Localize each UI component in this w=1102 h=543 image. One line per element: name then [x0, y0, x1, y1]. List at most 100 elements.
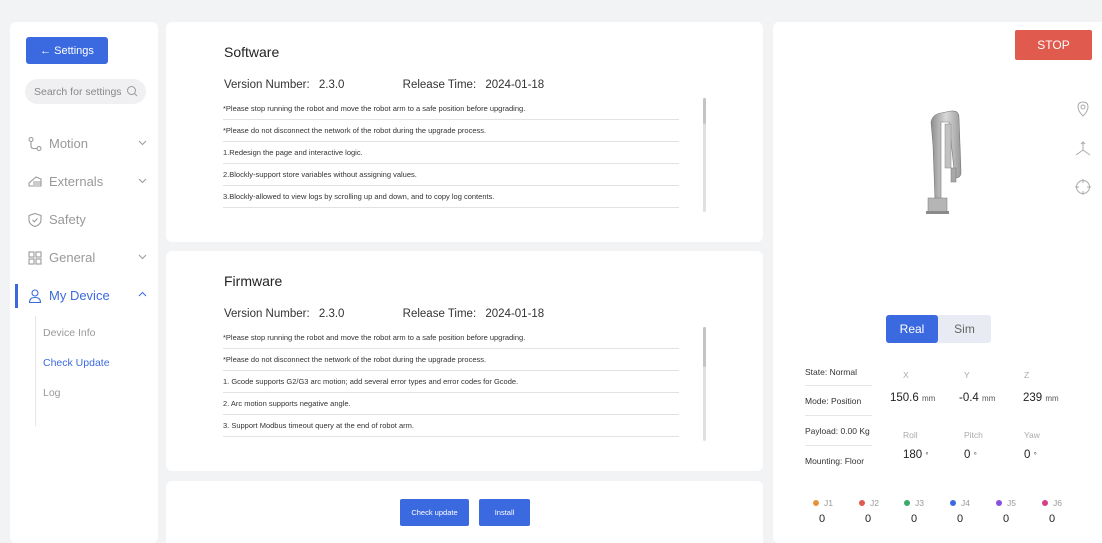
list-item: 2. Arc motion supports negative angle. [223, 393, 679, 415]
joint-value-j2: 0 [865, 513, 872, 525]
sidebar-item-label: Motion [49, 136, 89, 151]
firmware-title: Firmware [224, 273, 283, 289]
joint-value-j6: 0 [1049, 513, 1056, 525]
axis-value-yaw: 0 ° [1024, 449, 1037, 461]
divider [805, 445, 872, 446]
joint-label-j3: J3 [904, 498, 924, 508]
chevron-down-icon [138, 140, 147, 146]
firmware-notes-list[interactable]: *Please stop running the robot and move … [223, 327, 679, 437]
axis-value-pitch: 0 ° [964, 449, 977, 461]
joint-value-j3: 0 [911, 513, 918, 525]
grid-icon [28, 251, 42, 265]
scrollbar-thumb[interactable] [703, 98, 706, 124]
user-icon [28, 289, 42, 304]
shield-icon [28, 212, 42, 228]
sidebar-item-general[interactable]: General [10, 246, 158, 270]
release-value: 2024-01-18 [485, 308, 545, 320]
real-sim-toggle[interactable]: Real Sim [886, 315, 991, 343]
submenu-check-update[interactable]: Check Update [43, 357, 110, 369]
axis-value-x: 150.6 mm [890, 392, 936, 404]
joint-label-j2: J2 [859, 498, 879, 508]
firmware-version-row: Version Number: 2.3.0 Release Time: 2024… [224, 308, 544, 320]
axis-value-roll: 180 ° [903, 449, 929, 461]
joint-value-j5: 0 [1003, 513, 1010, 525]
joint-color-dot [996, 500, 1002, 506]
list-item: 1. Gcode supports G2/G3 arc motion; add … [223, 371, 679, 393]
joint-value-j4: 0 [957, 513, 964, 525]
software-version-row: Version Number: 2.3.0 Release Time: 2024… [224, 79, 544, 91]
release-label: Release Time: [402, 79, 477, 91]
joint-color-dot [1042, 500, 1048, 506]
robot-arm-model[interactable] [921, 110, 973, 215]
mode-sim-button[interactable]: Sim [938, 315, 991, 343]
joint-value-j1: 0 [819, 513, 826, 525]
crosshair-icon[interactable] [1074, 178, 1092, 196]
software-notes-list[interactable]: *Please stop running the robot and move … [223, 98, 679, 208]
software-scrollbar[interactable] [703, 98, 706, 212]
check-update-button[interactable]: Check update [400, 499, 469, 526]
axis-label-z: Z [1024, 370, 1030, 380]
sidebar-item-motion[interactable]: Motion [10, 132, 158, 156]
chevron-up-icon [138, 291, 147, 297]
software-title: Software [224, 44, 280, 60]
axis-label-x: X [903, 370, 909, 380]
firmware-panel: Firmware Version Number: 2.3.0 Release T… [166, 251, 763, 471]
axis-label-yaw: Yaw [1024, 430, 1040, 440]
stop-button[interactable]: STOP [1015, 30, 1092, 60]
mounting-text: Mounting: Floor [805, 456, 865, 466]
search-placeholder: Search for settings [34, 85, 122, 98]
submenu-log[interactable]: Log [43, 387, 61, 399]
chevron-down-icon [138, 254, 147, 260]
version-label: Version Number: [224, 308, 310, 320]
settings-search-input[interactable]: Search for settings [25, 79, 146, 104]
install-button[interactable]: Install [479, 499, 530, 526]
firmware-scrollbar[interactable] [703, 327, 706, 441]
sidebar-item-safety[interactable]: Safety [10, 208, 158, 232]
axis-label-y: Y [964, 370, 970, 380]
active-indicator [15, 284, 18, 308]
sidebar-item-label: General [49, 250, 96, 265]
axis-value-z: 239 mm [1023, 392, 1059, 404]
list-item: *Please stop running the robot and move … [223, 98, 679, 120]
submenu-device-info[interactable]: Device Info [43, 327, 96, 339]
sidebar-item-externals[interactable]: Externals [10, 170, 158, 194]
sidebar-item-my-device[interactable]: My Device [10, 284, 158, 308]
actions-panel: Check update Install [166, 481, 763, 543]
sidebar-item-label: Externals [49, 174, 104, 189]
version-value: 2.3.0 [318, 79, 345, 91]
axis-value-y: -0.4 mm [959, 392, 996, 404]
state-text: State: Normal [805, 367, 857, 377]
release-value: 2024-01-18 [485, 79, 545, 91]
coordinate-axes-icon[interactable] [1074, 140, 1092, 158]
sidebar-item-label: My Device [49, 288, 110, 303]
joint-color-dot [950, 500, 956, 506]
release-label: Release Time: [402, 308, 477, 320]
scrollbar-thumb[interactable] [703, 327, 706, 367]
joint-color-dot [813, 500, 819, 506]
version-label: Version Number: [224, 79, 310, 91]
motion-icon [28, 136, 42, 152]
robot-status-panel: STOP Real Sim State: Normal Mode: Positi… [773, 22, 1102, 543]
divider [805, 415, 872, 416]
sidebar-item-label: Safety [49, 212, 86, 227]
list-item: *Please do not disconnect the network of… [223, 349, 679, 371]
search-icon [127, 86, 138, 97]
joint-label-j4: J4 [950, 498, 970, 508]
software-panel: Software Version Number: 2.3.0 Release T… [166, 22, 763, 242]
joint-label-j1: J1 [813, 498, 833, 508]
list-item: 3.Blockly-allowed to view logs by scroll… [223, 186, 679, 208]
back-to-settings-button[interactable]: ← Settings [26, 37, 108, 64]
mode-text: Mode: Position [805, 396, 862, 406]
submenu-guide-line [35, 316, 36, 426]
list-item: 2.Blockly-support store variables withou… [223, 164, 679, 186]
location-pin-icon[interactable] [1074, 100, 1092, 118]
payload-text: Payload: 0.00 Kg [805, 426, 870, 436]
mode-real-button[interactable]: Real [886, 315, 938, 343]
version-value: 2.3.0 [318, 308, 345, 320]
joint-color-dot [859, 500, 865, 506]
axis-label-pitch: Pitch [964, 430, 983, 440]
list-item: 1.Redesign the page and interactive logi… [223, 142, 679, 164]
axis-label-roll: Roll [903, 430, 918, 440]
list-item: 3. Support Modbus timeout query at the e… [223, 415, 679, 437]
divider [805, 385, 872, 386]
